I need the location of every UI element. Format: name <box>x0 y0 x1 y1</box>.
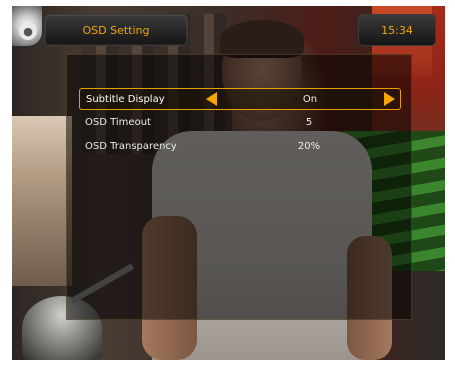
menu-row-osd-transparency[interactable]: OSD Transparency 20% <box>79 136 399 156</box>
menu-row-subtitle-display[interactable]: Subtitle Display On <box>79 88 401 110</box>
menu-row-label: Subtitle Display <box>86 93 165 105</box>
clock-display: 15:34 <box>358 14 436 46</box>
menu-row-label: OSD Timeout <box>85 116 151 128</box>
scene-chef-hair <box>220 20 304 58</box>
scene-counter <box>12 116 72 286</box>
menu-row-value: On <box>302 93 318 105</box>
globe-icon: ● <box>19 22 37 40</box>
osd-menu-panel: Subtitle Display On OSD Timeout 5 OSD Tr… <box>66 54 412 320</box>
osd-title: OSD Setting <box>44 14 188 46</box>
arrow-left-icon[interactable] <box>206 92 217 106</box>
menu-row-value: 20% <box>297 140 321 152</box>
arrow-right-icon[interactable] <box>384 92 395 106</box>
menu-row-osd-timeout[interactable]: OSD Timeout 5 <box>79 112 399 132</box>
menu-row-label: OSD Transparency <box>85 140 177 152</box>
menu-row-value: 5 <box>305 116 313 128</box>
